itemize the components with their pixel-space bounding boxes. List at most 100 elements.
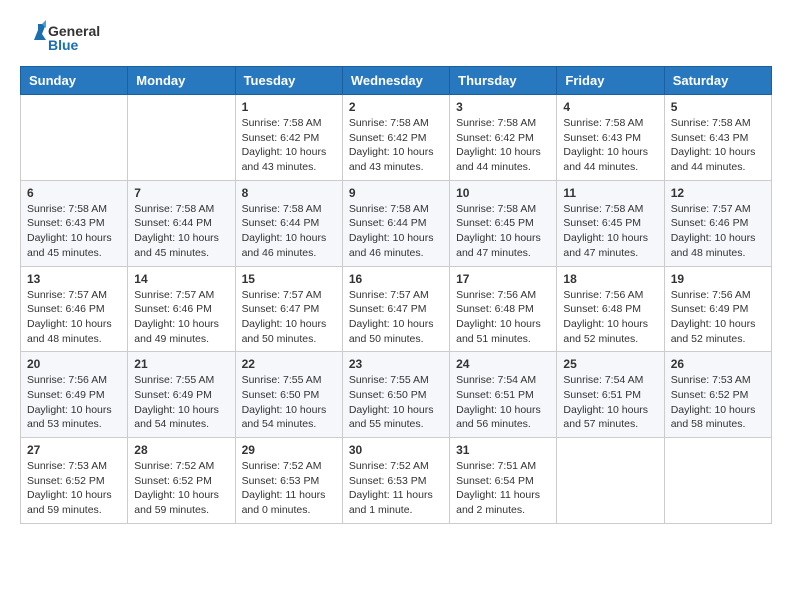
calendar-cell — [664, 438, 771, 524]
day-info: Sunrise: 7:58 AM Sunset: 6:42 PM Dayligh… — [242, 116, 336, 175]
day-number: 15 — [242, 272, 336, 286]
calendar-cell: 8 Sunrise: 7:58 AM Sunset: 6:44 PM Dayli… — [235, 180, 342, 266]
calendar-cell — [557, 438, 664, 524]
day-number: 18 — [563, 272, 657, 286]
sunrise: Sunrise: 7:57 AM — [27, 289, 107, 301]
day-number: 21 — [134, 357, 228, 371]
sunrise: Sunrise: 7:55 AM — [134, 374, 214, 386]
calendar-cell: 5 Sunrise: 7:58 AM Sunset: 6:43 PM Dayli… — [664, 95, 771, 181]
sunset: Sunset: 6:52 PM — [671, 389, 749, 401]
day-number: 27 — [27, 443, 121, 457]
sunrise: Sunrise: 7:58 AM — [671, 117, 751, 129]
sunset: Sunset: 6:44 PM — [242, 217, 320, 229]
sunset: Sunset: 6:43 PM — [563, 132, 641, 144]
daylight: Daylight: 10 hours and 50 minutes. — [242, 318, 327, 345]
day-info: Sunrise: 7:56 AM Sunset: 6:49 PM Dayligh… — [27, 373, 121, 432]
day-number: 23 — [349, 357, 443, 371]
sunrise: Sunrise: 7:52 AM — [242, 460, 322, 472]
daylight: Daylight: 10 hours and 49 minutes. — [134, 318, 219, 345]
day-number: 4 — [563, 100, 657, 114]
sunset: Sunset: 6:49 PM — [27, 389, 105, 401]
calendar-cell: 17 Sunrise: 7:56 AM Sunset: 6:48 PM Dayl… — [450, 266, 557, 352]
sunrise: Sunrise: 7:52 AM — [134, 460, 214, 472]
daylight: Daylight: 10 hours and 44 minutes. — [671, 146, 756, 173]
calendar-cell — [128, 95, 235, 181]
calendar-cell: 21 Sunrise: 7:55 AM Sunset: 6:49 PM Dayl… — [128, 352, 235, 438]
daylight: Daylight: 10 hours and 43 minutes. — [242, 146, 327, 173]
day-info: Sunrise: 7:55 AM Sunset: 6:50 PM Dayligh… — [349, 373, 443, 432]
day-number: 19 — [671, 272, 765, 286]
sunset: Sunset: 6:52 PM — [27, 475, 105, 487]
day-number: 26 — [671, 357, 765, 371]
daylight: Daylight: 10 hours and 45 minutes. — [27, 232, 112, 259]
calendar-cell: 1 Sunrise: 7:58 AM Sunset: 6:42 PM Dayli… — [235, 95, 342, 181]
day-info: Sunrise: 7:56 AM Sunset: 6:48 PM Dayligh… — [563, 288, 657, 347]
day-number: 8 — [242, 186, 336, 200]
daylight: Daylight: 10 hours and 53 minutes. — [27, 404, 112, 431]
sunrise: Sunrise: 7:57 AM — [242, 289, 322, 301]
sunset: Sunset: 6:46 PM — [134, 303, 212, 315]
sunset: Sunset: 6:47 PM — [349, 303, 427, 315]
sunrise: Sunrise: 7:56 AM — [671, 289, 751, 301]
weekday-header-wednesday: Wednesday — [342, 67, 449, 95]
daylight: Daylight: 10 hours and 46 minutes. — [242, 232, 327, 259]
sunset: Sunset: 6:51 PM — [563, 389, 641, 401]
calendar-cell: 24 Sunrise: 7:54 AM Sunset: 6:51 PM Dayl… — [450, 352, 557, 438]
calendar-cell — [21, 95, 128, 181]
daylight: Daylight: 10 hours and 56 minutes. — [456, 404, 541, 431]
sunset: Sunset: 6:44 PM — [349, 217, 427, 229]
weekday-header-friday: Friday — [557, 67, 664, 95]
calendar-cell: 11 Sunrise: 7:58 AM Sunset: 6:45 PM Dayl… — [557, 180, 664, 266]
calendar-cell: 4 Sunrise: 7:58 AM Sunset: 6:43 PM Dayli… — [557, 95, 664, 181]
day-info: Sunrise: 7:52 AM Sunset: 6:53 PM Dayligh… — [349, 459, 443, 518]
day-number: 17 — [456, 272, 550, 286]
day-number: 28 — [134, 443, 228, 457]
sunrise: Sunrise: 7:58 AM — [134, 203, 214, 215]
sunrise: Sunrise: 7:56 AM — [456, 289, 536, 301]
calendar-week-2: 6 Sunrise: 7:58 AM Sunset: 6:43 PM Dayli… — [21, 180, 772, 266]
sunrise: Sunrise: 7:51 AM — [456, 460, 536, 472]
daylight: Daylight: 10 hours and 46 minutes. — [349, 232, 434, 259]
sunset: Sunset: 6:50 PM — [242, 389, 320, 401]
day-number: 6 — [27, 186, 121, 200]
day-info: Sunrise: 7:58 AM Sunset: 6:44 PM Dayligh… — [242, 202, 336, 261]
sunset: Sunset: 6:46 PM — [671, 217, 749, 229]
logo-svg: General Blue — [20, 20, 110, 56]
sunset: Sunset: 6:45 PM — [563, 217, 641, 229]
calendar-cell: 25 Sunrise: 7:54 AM Sunset: 6:51 PM Dayl… — [557, 352, 664, 438]
sunrise: Sunrise: 7:58 AM — [563, 203, 643, 215]
weekday-header-sunday: Sunday — [21, 67, 128, 95]
weekday-header-thursday: Thursday — [450, 67, 557, 95]
daylight: Daylight: 10 hours and 54 minutes. — [134, 404, 219, 431]
day-info: Sunrise: 7:58 AM Sunset: 6:45 PM Dayligh… — [563, 202, 657, 261]
day-number: 11 — [563, 186, 657, 200]
calendar-cell: 19 Sunrise: 7:56 AM Sunset: 6:49 PM Dayl… — [664, 266, 771, 352]
day-info: Sunrise: 7:57 AM Sunset: 6:46 PM Dayligh… — [134, 288, 228, 347]
weekday-header-saturday: Saturday — [664, 67, 771, 95]
logo: General Blue — [20, 20, 110, 56]
day-number: 31 — [456, 443, 550, 457]
day-info: Sunrise: 7:56 AM Sunset: 6:49 PM Dayligh… — [671, 288, 765, 347]
day-info: Sunrise: 7:57 AM Sunset: 6:47 PM Dayligh… — [349, 288, 443, 347]
calendar-cell: 23 Sunrise: 7:55 AM Sunset: 6:50 PM Dayl… — [342, 352, 449, 438]
day-info: Sunrise: 7:53 AM Sunset: 6:52 PM Dayligh… — [27, 459, 121, 518]
day-info: Sunrise: 7:51 AM Sunset: 6:54 PM Dayligh… — [456, 459, 550, 518]
sunrise: Sunrise: 7:57 AM — [671, 203, 751, 215]
day-number: 30 — [349, 443, 443, 457]
calendar-cell: 26 Sunrise: 7:53 AM Sunset: 6:52 PM Dayl… — [664, 352, 771, 438]
day-number: 25 — [563, 357, 657, 371]
day-info: Sunrise: 7:52 AM Sunset: 6:53 PM Dayligh… — [242, 459, 336, 518]
day-number: 5 — [671, 100, 765, 114]
sunrise: Sunrise: 7:52 AM — [349, 460, 429, 472]
day-info: Sunrise: 7:58 AM Sunset: 6:44 PM Dayligh… — [349, 202, 443, 261]
day-info: Sunrise: 7:53 AM Sunset: 6:52 PM Dayligh… — [671, 373, 765, 432]
sunset: Sunset: 6:53 PM — [242, 475, 320, 487]
daylight: Daylight: 10 hours and 57 minutes. — [563, 404, 648, 431]
day-info: Sunrise: 7:57 AM Sunset: 6:47 PM Dayligh… — [242, 288, 336, 347]
daylight: Daylight: 10 hours and 47 minutes. — [456, 232, 541, 259]
day-info: Sunrise: 7:57 AM Sunset: 6:46 PM Dayligh… — [27, 288, 121, 347]
calendar-week-1: 1 Sunrise: 7:58 AM Sunset: 6:42 PM Dayli… — [21, 95, 772, 181]
sunrise: Sunrise: 7:56 AM — [27, 374, 107, 386]
sunrise: Sunrise: 7:58 AM — [349, 203, 429, 215]
sunset: Sunset: 6:49 PM — [671, 303, 749, 315]
